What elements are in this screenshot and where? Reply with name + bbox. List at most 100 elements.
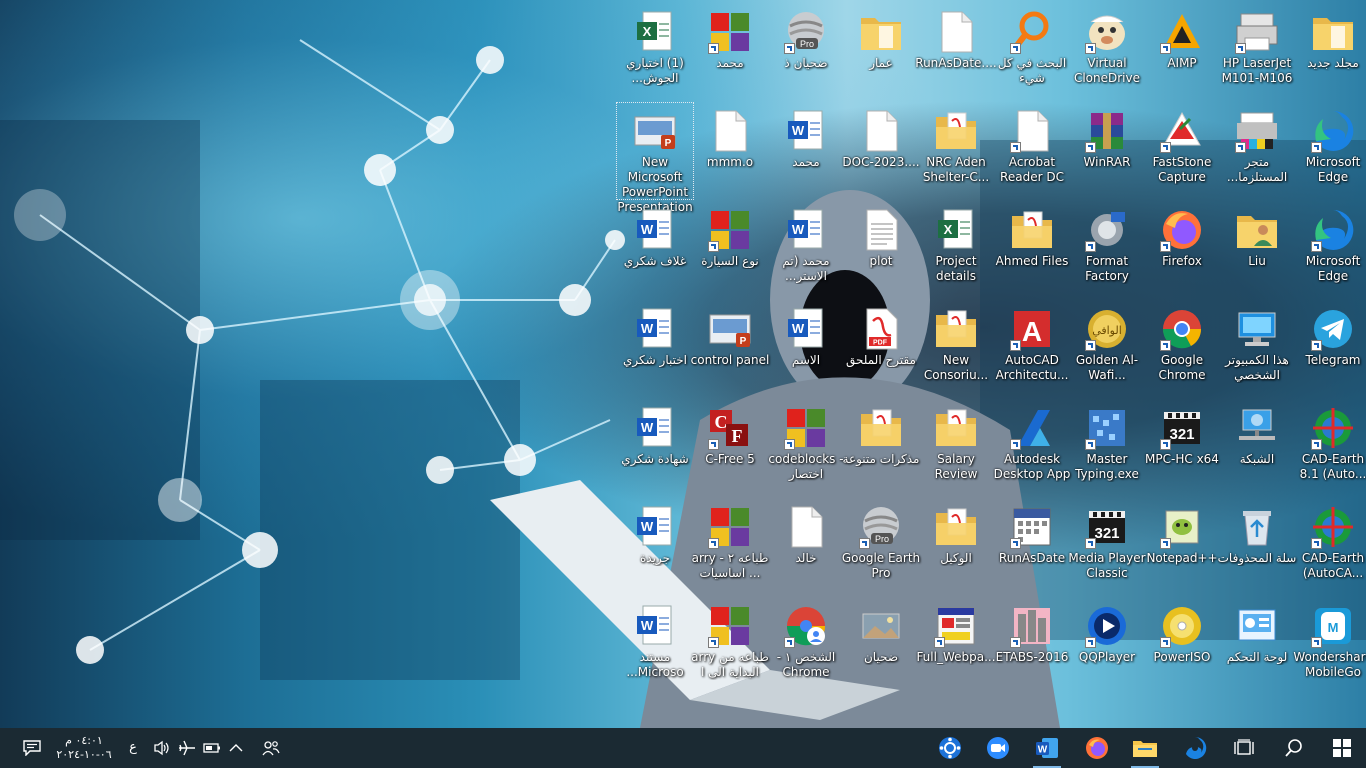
pinned-firefox-app[interactable] — [1077, 728, 1117, 768]
clock-button[interactable]: ٠٤:٠١ م ٠٦-١٠-٢٠٢٤ — [54, 728, 114, 768]
desktop-icon[interactable]: DOC-2023.... — [842, 103, 920, 199]
desktop-icon[interactable]: AIMP — [1144, 4, 1220, 100]
desktop-icon[interactable]: Pro ضحيان ذ — [768, 4, 844, 100]
blank-file-icon — [1010, 109, 1054, 153]
desktop-icon[interactable]: Salary Review — [918, 400, 994, 496]
desktop-icon[interactable]: الوافي Golden Al-Wafi... — [1069, 301, 1145, 397]
desktop-icon-label: Telegram — [1305, 353, 1361, 367]
desktop-icon[interactable]: Liu — [1219, 202, 1295, 298]
desktop-icon[interactable]: Master Typing.exe — [1069, 400, 1145, 496]
desktop-icon[interactable]: mmm.o — [692, 103, 768, 199]
desktop-icon[interactable]: CAD-Earth (AutoCA... — [1295, 499, 1366, 595]
pinned-edge-app[interactable] — [1175, 728, 1215, 768]
desktop-icon[interactable]: مذكرات متنوعة — [843, 400, 919, 496]
desktop-icon[interactable]: نوع السيارة — [692, 202, 768, 298]
desktop-icon[interactable]: Format Factory — [1069, 202, 1145, 298]
desktop-icon[interactable]: عمار — [843, 4, 919, 100]
desktop-icon[interactable]: مجلد جديد — [1295, 4, 1366, 100]
desktop-icon[interactable]: W محمد — [768, 103, 844, 199]
desktop-icon[interactable]: codeblocks - اختصار — [768, 400, 844, 496]
desktop-icon[interactable]: Microsoft Edge — [1295, 202, 1366, 298]
desktop-icon[interactable]: A AutoCAD Architectu... — [994, 301, 1070, 397]
desktop-icon[interactable]: P New Microsoft PowerPoint Presentation — [616, 102, 694, 214]
poweriso-icon — [1160, 604, 1204, 648]
svg-text:W: W — [641, 222, 654, 237]
desktop-icon[interactable]: C F C-Free 5 — [692, 400, 768, 496]
desktop-icon[interactable]: ETABS-2016 — [994, 598, 1070, 694]
desktop-icon[interactable]: QQPlayer — [1069, 598, 1145, 694]
desktop-icon[interactable]: محمد — [692, 4, 768, 100]
desktop-icon[interactable]: Virtual CloneDrive — [1069, 4, 1145, 100]
desktop-icon[interactable]: لوحة التحكم — [1219, 598, 1295, 694]
desktop-icon[interactable]: CAD-Earth 8.1 (Auto... — [1295, 400, 1366, 496]
pinned-settings-app[interactable] — [930, 728, 970, 768]
volume-button[interactable] — [150, 728, 174, 768]
airplane-mode-button[interactable] — [175, 728, 199, 768]
desktop-icon[interactable]: 321 Media Player Classic — [1068, 499, 1146, 595]
desktop-icon[interactable]: X (1) اختياري الجوش... — [617, 4, 693, 100]
task-view-button[interactable] — [1224, 728, 1264, 768]
desktop-icon[interactable]: PDF مقترح الملحق — [843, 301, 919, 397]
pinned-zoom-app[interactable] — [978, 728, 1018, 768]
desktop-icon[interactable]: Pcontrol panel — [691, 301, 769, 397]
desktop-icon[interactable]: متجر المستلزما... — [1219, 103, 1295, 199]
chrome-profile-icon — [784, 604, 828, 648]
action-center-button[interactable] — [14, 728, 50, 768]
desktop-icon[interactable]: W شهادة شكري — [617, 400, 693, 496]
shortcut-arrow-icon — [784, 439, 795, 450]
desktop-icon[interactable]: arry طباعه ٢ - اساسيات ... — [692, 499, 768, 595]
show-hidden-icons-button[interactable] — [225, 728, 247, 768]
desktop-icon[interactable]: M Wondershare MobileGo — [1293, 598, 1366, 694]
desktop-icon[interactable]: Notepad++ — [1144, 499, 1220, 595]
pinned-word-app[interactable]: W — [1027, 728, 1067, 768]
desktop-icon[interactable]: الشبكة — [1219, 400, 1295, 496]
desktop-icon-label: ضحيان ذ — [784, 56, 828, 70]
desktop-icon[interactable]: 321 MPC-HC x64 — [1144, 400, 1220, 496]
desktop-icon[interactable]: W غلاف شكري — [617, 202, 693, 298]
desktop-icon[interactable]: RunAsDate — [994, 499, 1070, 595]
desktop-icon[interactable]: FastStone Capture — [1144, 103, 1220, 199]
start-button[interactable] — [1320, 728, 1364, 768]
input-language-button[interactable]: ع — [122, 728, 144, 768]
desktop-icon[interactable]: Acrobat Reader DC — [994, 103, 1070, 199]
desktop-icon[interactable]: plot — [843, 202, 919, 298]
desktop-icon[interactable]: W الاسم — [768, 301, 844, 397]
google-earth-pro-icon: Pro — [859, 505, 903, 549]
desktop-icon-label: Golden Al-Wafi... — [1075, 353, 1139, 382]
desktop-icon[interactable]: W جريدة — [617, 499, 693, 595]
desktop-icon[interactable]: Firefox — [1144, 202, 1220, 298]
desktop-icon-label: C-Free 5 — [705, 452, 755, 466]
desktop-icon[interactable]: Telegram — [1295, 301, 1366, 397]
people-button[interactable] — [258, 728, 284, 768]
desktop-icon[interactable]: ضحيان — [843, 598, 919, 694]
desktop-icon[interactable]: W محمد (تم الاستر... — [768, 202, 844, 298]
desktop-icon[interactable]: Google Chrome — [1144, 301, 1220, 397]
desktop-icon[interactable]: Autodesk Desktop App — [994, 400, 1070, 496]
shortcut-arrow-icon — [1311, 142, 1322, 153]
desktop-icon[interactable]: HP LaserJet M101-M106 — [1219, 4, 1295, 100]
search-button[interactable] — [1274, 728, 1314, 768]
battery-button[interactable] — [200, 728, 224, 768]
desktop-icon-label: مذكرات متنوعة — [842, 452, 920, 466]
desktop-icon[interactable]: خالد — [768, 499, 844, 595]
desktop-icon[interactable]: سلة المحذوفات — [1218, 499, 1296, 595]
desktop-icon[interactable]: Ahmed Files — [994, 202, 1070, 298]
desktop-icon[interactable]: Pro Google Earth Pro — [842, 499, 920, 595]
desktop-icon[interactable]: X Project details — [918, 202, 994, 298]
pinned-file-explorer-app[interactable] — [1125, 728, 1165, 768]
desktop-icon[interactable]: New Consoriu... — [918, 301, 994, 397]
desktop-icon[interactable]: NRC Aden Shelter-C... — [918, 103, 994, 199]
desktop-icon[interactable]: arry طباعه من البداية الى ا — [691, 598, 769, 694]
desktop-icon[interactable]: هذا الكمبيوتر الشخصي — [1219, 301, 1295, 397]
desktop-icon[interactable]: البحث في كل شيء — [994, 4, 1070, 100]
desktop-icon[interactable]: W اختبار شكري — [617, 301, 693, 397]
desktop-icon[interactable]: RunAsDate.... — [915, 4, 997, 100]
desktop-icon[interactable]: Full_Webpa... — [916, 598, 996, 694]
desktop-icon[interactable]: WinRAR — [1069, 103, 1145, 199]
desktop-icon[interactable]: الشخص ١ - Chrome — [768, 598, 844, 694]
desktop-icon[interactable]: W مستند Microso... — [617, 598, 693, 694]
desktop-icon[interactable]: الوكيل — [918, 499, 994, 595]
desktop-icon[interactable]: PowerISO — [1144, 598, 1220, 694]
desktop-icon[interactable]: Microsoft Edge — [1295, 103, 1366, 199]
desktop-icon-label: Google Chrome — [1158, 353, 1206, 382]
